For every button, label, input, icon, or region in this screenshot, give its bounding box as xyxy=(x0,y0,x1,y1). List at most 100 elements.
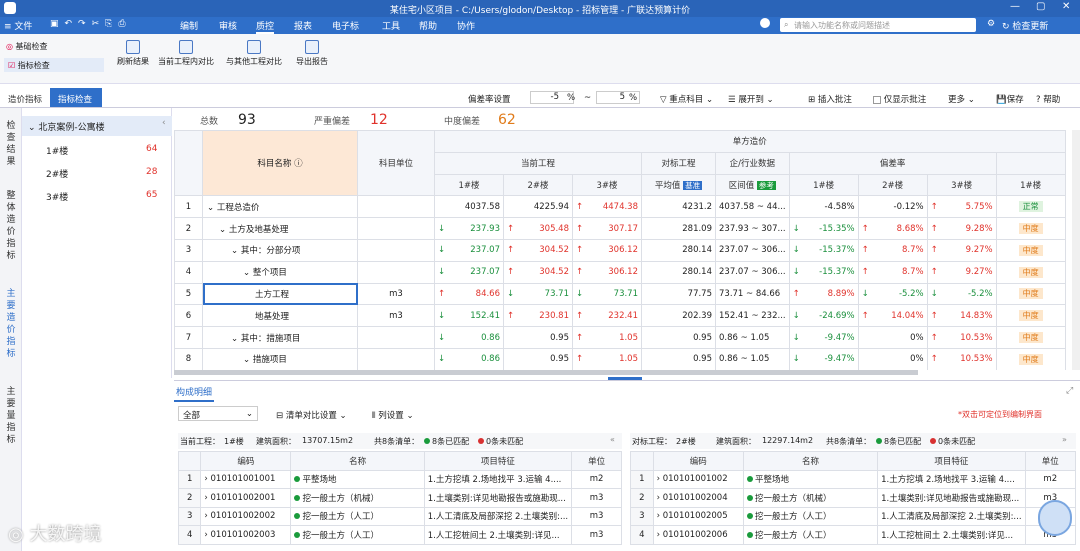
list-item[interactable]: 1 › 010101001002 平整场地 1.土方挖填 2.场地找平 3.运输 4.… xyxy=(630,469,1076,489)
expand-dropdown[interactable]: ☰ 展开到 ⌄ xyxy=(728,93,774,105)
insert-note-button[interactable]: ⊞ 插入批注 xyxy=(808,93,852,105)
collapse-icon[interactable]: ‹ xyxy=(162,118,166,128)
arrow-down-icon: ↓ xyxy=(438,332,446,343)
refresh-button[interactable]: 刷新结果 xyxy=(114,40,152,67)
tree-item[interactable]: 3#楼 65 xyxy=(22,187,172,207)
globe-icon[interactable] xyxy=(760,18,770,28)
tree-root-label: 北京案例-公寓楼 xyxy=(38,123,105,133)
minimize-icon[interactable]: — xyxy=(1010,1,1020,12)
table-row[interactable]: 2 ⌄ 土方及地基处理 ↓ 237.93 ↑ 305.48 ↑ 307.17 281.09 237… xyxy=(174,217,1066,240)
list-item[interactable]: 4 › 010101002006 挖一般土方（人工） 1.人工挖桩间土 2.土壤类别:… xyxy=(630,525,1076,545)
table-row[interactable]: 6 地基处理 m3 ↓ 152.41 ↑ 230.81 ↑ 232.41 202.39 152.41… xyxy=(174,304,1066,328)
table-row[interactable]: 1 ⌄ 工程总造价 4037.58 4225.94 ↑ 4474.38 4231.2 4037… xyxy=(174,195,1066,219)
row-name-cell[interactable]: ⌄ 土方及地基处理 xyxy=(202,217,358,240)
row-name-cell[interactable]: ⌄ 其中：措施项目 xyxy=(202,326,358,349)
menu-review[interactable]: 审核 xyxy=(219,19,237,32)
indicator-check-item[interactable]: ☑ 指标检查 xyxy=(4,58,104,72)
chevron-down-icon[interactable]: ⌄ xyxy=(207,203,217,213)
list-item[interactable]: 2 › 010101002001 挖一般土方（机械） 1.土壤类别:详见地勘报告或施勘… xyxy=(178,488,622,508)
quick-access-icons[interactable]: ▣↶↷✂⎘⎙ xyxy=(50,19,132,29)
deviation-b1-value: -15.35% xyxy=(819,223,855,234)
row-name: 其中：措施项目 xyxy=(240,333,301,344)
filter-select[interactable]: 全部 ⌄ xyxy=(178,406,258,421)
menu-etender[interactable]: 电子标 xyxy=(332,19,359,32)
menu-report[interactable]: 报表 xyxy=(294,19,312,32)
update-check[interactable]: ↻ 检查更新 xyxy=(1002,19,1048,32)
list-item[interactable]: 4 › 010101002003 挖一般土方（人工） 1.人工挖桩间土 2.土壤类别:… xyxy=(178,525,622,545)
list-item[interactable]: 2 › 010101002004 挖一般土方（机械） 1.土壤类别:详见地勘报告或施勘… xyxy=(630,488,1076,508)
compare-current-button[interactable]: 当前工程内对比 xyxy=(156,40,216,67)
help-button[interactable]: ? 帮助 xyxy=(1036,93,1060,105)
collapse-right-icon[interactable]: » xyxy=(1062,435,1067,444)
vtab-overall-cost[interactable]: 整体造价指标 xyxy=(4,190,18,276)
search-box[interactable]: ⌕ 请输入功能名称或问题描述 xyxy=(780,18,976,32)
chevron-down-icon[interactable]: ⌄ xyxy=(243,268,253,278)
table-row[interactable]: 5 土方工程 m3 ↑ 84.66 ↓ 73.71 ↓ 73.71 77.75 73.71 ~ 84… xyxy=(174,282,1066,306)
assistant-robot-icon[interactable] xyxy=(1038,500,1072,536)
table-row[interactable]: 4 ⌄ 整个项目 ↓ 237.07 ↑ 304.52 ↑ 306.12 280.14 237.07… xyxy=(174,260,1066,284)
expand-panel-icon[interactable]: ⤢ xyxy=(1066,386,1073,396)
right-matched: 8条已匹配 xyxy=(876,436,921,447)
grid-hscroll[interactable] xyxy=(174,370,918,375)
maximize-icon[interactable]: ▢ xyxy=(1036,1,1045,12)
vtab-main-qty[interactable]: 主要量指标 xyxy=(4,386,18,448)
arrow-up-icon: ↑ xyxy=(576,332,584,343)
right-h-index xyxy=(630,451,654,471)
row-name-cell[interactable]: 地基处理 xyxy=(202,304,358,328)
chevron-down-icon[interactable]: ⌄ xyxy=(231,334,241,344)
grid-vscroll[interactable] xyxy=(1072,130,1080,370)
menu-qc[interactable]: 质控 xyxy=(256,19,275,34)
chevron-down-icon[interactable]: ⌄ xyxy=(219,225,229,235)
left-building[interactable]: 1#楼 xyxy=(224,436,244,447)
collapse-left-icon[interactable]: « xyxy=(610,435,615,444)
menu-tools[interactable]: 工具 xyxy=(382,19,400,32)
detail-unit: m3 xyxy=(571,488,622,508)
save-button[interactable]: 💾保存 xyxy=(996,93,1024,105)
row-name-cell[interactable]: ⌄ 措施项目 xyxy=(202,347,358,370)
table-row[interactable]: 3 ⌄ 其中：分部分项 ↓ 237.07 ↑ 304.52 ↑ 306.12 280.14 237… xyxy=(174,238,1066,262)
more-dropdown[interactable]: 更多 ⌄ xyxy=(948,93,975,105)
deviation-b3: ↑ 9.28% xyxy=(926,217,997,240)
list-item[interactable]: 3 › 010101002005 挖一般土方（人工） 1.人工清底及局部深挖 2.土壤… xyxy=(630,506,1076,526)
row-name-cell[interactable]: ⌄ 其中：分部分项 xyxy=(202,238,358,262)
basic-check-item[interactable]: ◎ 基础检查 xyxy=(6,41,48,52)
export-report-button[interactable]: 导出报告 xyxy=(292,40,332,67)
row-name-cell[interactable]: 土方工程 xyxy=(202,282,358,306)
compare-settings-button[interactable]: ⊟ 清单对比设置 ⌄ xyxy=(276,409,347,421)
detail-feature: 1.土方挖填 2.场地找平 3.运输 4.... xyxy=(877,469,1026,489)
tab-index-check[interactable]: 指标检查 xyxy=(50,88,102,107)
tree-item[interactable]: 2#楼 28 xyxy=(22,164,172,184)
menu-help[interactable]: 帮助 xyxy=(419,19,437,32)
settings-icon[interactable]: ⚙ xyxy=(987,19,995,29)
row-index: 7 xyxy=(174,326,203,349)
chevron-down-icon[interactable]: ⌄ xyxy=(243,355,253,365)
vtab-main-cost[interactable]: 主要造价指标 xyxy=(4,288,18,374)
close-icon[interactable]: ✕ xyxy=(1062,1,1070,12)
vtab-check-results[interactable]: 检查结果 xyxy=(4,120,18,180)
table-row[interactable]: 7 ⌄ 其中：措施项目 ↓ 0.86 0.95 ↑ 1.05 0.95 0.86 ~ 1.05 ↓… xyxy=(174,326,1066,349)
menu-collab[interactable]: 协作 xyxy=(457,19,475,32)
menu-edit[interactable]: 编制 xyxy=(180,19,198,32)
tab-composition[interactable]: 构成明细 xyxy=(174,385,215,402)
table-row[interactable]: 8 ⌄ 措施项目 ↓ 0.86 0.95 ↑ 1.05 0.95 0.86 ~ 1.05 ↓ -9.… xyxy=(174,347,1066,370)
focus-dropdown[interactable]: ▽ 重点科目 ⌄ xyxy=(660,93,713,105)
only-note-toggle[interactable]: 仅显示批注 xyxy=(873,93,926,105)
right-building[interactable]: 2#楼 xyxy=(676,436,696,447)
only-note-checkbox[interactable] xyxy=(873,95,881,104)
tree-item[interactable]: 1#楼 64 xyxy=(22,141,172,161)
detail-name: 平整场地 xyxy=(302,475,337,486)
compare-other-button[interactable]: 与其他工程对比 xyxy=(222,40,286,67)
file-menu[interactable]: ≡ 文件 xyxy=(4,19,32,32)
list-item[interactable]: 3 › 010101002002 挖一般土方（人工） 1.人工清底及局部深挖 2.土壤… xyxy=(178,506,622,526)
row-name-cell[interactable]: ⌄ 整个项目 xyxy=(202,260,358,284)
row-name-cell[interactable]: ⌄ 工程总造价 xyxy=(202,195,358,219)
chevron-down-icon[interactable]: ⌄ xyxy=(231,246,241,256)
list-item[interactable]: 1 › 010101001001 平整场地 1.土方挖填 2.场地找平 3.运输 4.… xyxy=(178,469,622,489)
basic-check-label: 基础检查 xyxy=(15,42,48,51)
detail-code: 010101002004 xyxy=(662,492,728,503)
tree-root[interactable]: ⌄ 北京案例-公寓楼 xyxy=(22,116,172,136)
right-h-code: 编码 xyxy=(652,451,744,471)
watermark-logo-icon: ◎ xyxy=(8,524,24,545)
tab-cost-index[interactable]: 造价指标 xyxy=(8,93,42,105)
col-settings-button[interactable]: ⫴ 列设置 ⌄ xyxy=(372,409,414,421)
